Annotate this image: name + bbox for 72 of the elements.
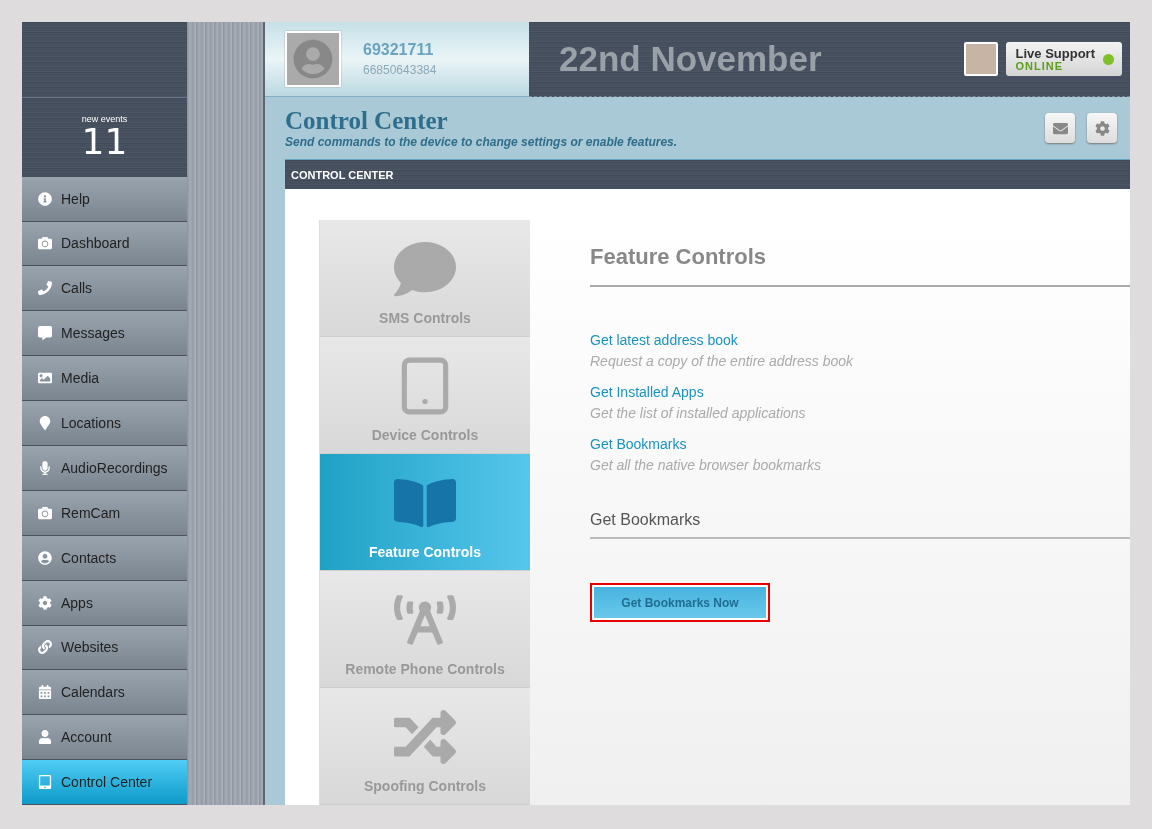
control-tab-label: SMS Controls [379, 310, 471, 326]
support-status: ONLINE [1015, 61, 1064, 72]
speech-bubble-icon [38, 326, 52, 341]
live-support-label: Live Support [1015, 46, 1095, 61]
phone-number: 66850643384 [363, 63, 437, 77]
control-tab-label: Feature Controls [369, 544, 481, 560]
gear-icon [1094, 120, 1110, 136]
section-title: Get Bookmarks [590, 511, 1130, 539]
sidebar-item[interactable]: Media [22, 356, 187, 402]
camera-icon [38, 236, 52, 251]
sidebar-item[interactable]: AudioRecordings [22, 445, 187, 491]
sidebar-item-label: Dashboard [61, 235, 130, 252]
microphone-icon [38, 460, 52, 475]
live-support-button[interactable]: Live Support ONLINE [1005, 42, 1122, 76]
sidebar-item[interactable]: Help [22, 176, 187, 222]
events-label: new events [81, 114, 128, 125]
page-subtitle: Send commands to the device to change settings or enable features. [285, 135, 679, 149]
sidebar-item-label: Websites [61, 639, 119, 656]
sidebar-item-label: Calls [61, 280, 93, 297]
map-pin-icon [38, 416, 52, 430]
sidebar-item[interactable]: Apps [22, 580, 187, 626]
info-icon [38, 191, 52, 206]
sidebar-item[interactable]: Messages [22, 311, 187, 357]
get-bookmarks-button[interactable]: Get Bookmarks Now [590, 583, 770, 622]
sidebar-item[interactable]: RemCam [22, 490, 187, 536]
tablet-icon [38, 775, 52, 790]
sidebar-item-label: RemCam [61, 504, 121, 521]
sidebar-item[interactable]: Calls [22, 266, 187, 312]
sidebar-item[interactable]: Dashboard [22, 221, 187, 267]
sidebar-item-label: Help [61, 190, 90, 207]
events-count: 11 [81, 124, 128, 161]
envelope-icon [1052, 120, 1068, 136]
action-description: Request a copy of the entire address book [590, 353, 855, 369]
action-link[interactable]: Get Bookmarks [590, 436, 1130, 452]
sidebar-item[interactable]: Control Center [22, 760, 187, 805]
sidebar-item[interactable]: Websites [22, 625, 187, 671]
sidebar-item[interactable]: Calendars [22, 670, 187, 716]
sidebar-item-label: Messages [61, 325, 125, 342]
action-description: Get all the native browser bookmarks [590, 457, 823, 473]
date-text: 22nd November [559, 39, 823, 79]
photo-placeholder [963, 42, 998, 76]
sidebar-item[interactable]: Locations [22, 401, 187, 446]
sidebar-item-label: Contacts [61, 549, 117, 566]
image-icon [38, 371, 52, 386]
sidebar-item-label: Calendars [61, 684, 125, 701]
calendar-icon [38, 685, 52, 700]
control-tab-label: Remote Phone Controls [345, 661, 505, 677]
action-link[interactable]: Get Installed Apps [590, 384, 1130, 400]
phone-icon [38, 281, 52, 296]
control-tab-label: Spoofing Controls [363, 778, 487, 794]
user-id: 69321711 [363, 41, 435, 59]
control-tab-label: Device Controls [371, 427, 479, 443]
settings-button[interactable] [1087, 113, 1117, 143]
sidebar-item[interactable]: Account [22, 715, 187, 761]
person-icon [38, 730, 52, 745]
feature-title: Feature Controls [590, 244, 1130, 287]
section-bar: CONTROL CENTER [285, 159, 1130, 189]
avatar-placeholder [285, 31, 341, 87]
sidebar-item-label: Media [61, 370, 100, 387]
sidebar-item-label: Account [61, 729, 112, 746]
gear-icon [38, 595, 52, 610]
link-icon [38, 640, 52, 655]
mail-button[interactable] [1045, 113, 1075, 143]
sidebar-item-label: Apps [61, 594, 93, 611]
page-title: Control Center [285, 107, 449, 135]
sidebar-item[interactable]: Contacts [22, 535, 187, 581]
camera-icon [38, 505, 52, 520]
action-link[interactable]: Get latest address book [590, 332, 1130, 348]
sidebar-item-label: Locations [61, 415, 121, 431]
sidebar-item-label: Control Center [61, 774, 153, 791]
action-description: Get the list of installed applications [590, 405, 807, 421]
sidebar-item-label: AudioRecordings [61, 459, 168, 476]
